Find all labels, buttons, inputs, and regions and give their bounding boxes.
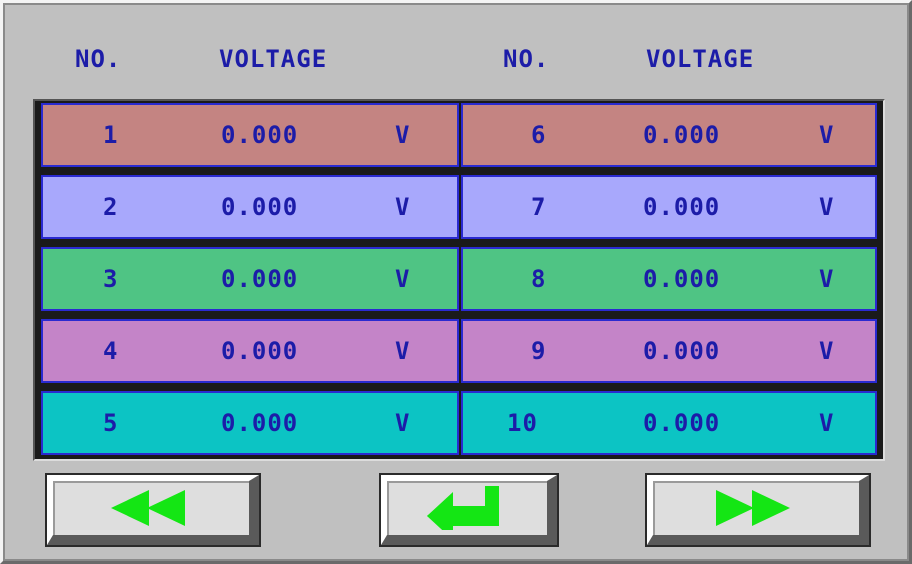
voltage-value: 0.000 [643,121,721,149]
voltage-unit: V [395,265,411,293]
return-arrow-icon [427,486,499,530]
voltage-unit: V [395,193,411,221]
channel-cell-8: 8 0.000 V [461,247,877,311]
channel-number: 5 [103,409,119,437]
voltage-unit: V [819,193,835,221]
voltage-unit: V [819,409,835,437]
channel-number: 10 [507,409,538,437]
channel-cell-7: 7 0.000 V [461,175,877,239]
previous-page-button[interactable] [45,473,261,547]
voltage-value: 0.000 [221,409,299,437]
channel-cell-2: 2 0.000 V [41,175,459,239]
channel-cell-6: 6 0.000 V [461,103,877,167]
channel-cell-4: 4 0.000 V [41,319,459,383]
voltage-value: 0.000 [643,193,721,221]
voltage-value: 0.000 [643,265,721,293]
channel-number: 8 [531,265,547,293]
voltage-value: 0.000 [643,409,721,437]
voltage-unit: V [819,265,835,293]
voltage-unit: V [819,337,835,365]
voltage-unit: V [395,121,411,149]
voltage-unit: V [395,337,411,365]
voltage-value: 0.000 [643,337,721,365]
next-page-button[interactable] [645,473,871,547]
channel-cell-1: 1 0.000 V [41,103,459,167]
double-arrow-left-icon [111,490,185,526]
voltage-monitor-panel: NO. VOLTAGE NO. VOLTAGE 1 0.000 V 6 0.00… [0,0,912,564]
header-no-left: NO. [75,45,122,73]
voltage-value: 0.000 [221,193,299,221]
channel-number: 1 [103,121,119,149]
voltage-value: 0.000 [221,265,299,293]
channel-number: 4 [103,337,119,365]
channel-number: 7 [531,193,547,221]
voltage-value: 0.000 [221,121,299,149]
channel-number: 6 [531,121,547,149]
header-voltage-left: VOLTAGE [219,45,328,73]
voltage-table: 1 0.000 V 6 0.000 V 2 0.000 V 7 0.000 V [33,99,885,461]
voltage-unit: V [395,409,411,437]
column-divider [459,101,461,459]
channel-number: 3 [103,265,119,293]
channel-cell-9: 9 0.000 V [461,319,877,383]
channel-cell-5: 5 0.000 V [41,391,459,455]
enter-return-button[interactable] [379,473,559,547]
channel-number: 2 [103,193,119,221]
channel-number: 9 [531,337,547,365]
voltage-unit: V [819,121,835,149]
header-no-right: NO. [503,45,550,73]
channel-cell-10: 10 0.000 V [461,391,877,455]
channel-cell-3: 3 0.000 V [41,247,459,311]
header-voltage-right: VOLTAGE [646,45,755,73]
double-arrow-right-icon [716,490,790,526]
voltage-value: 0.000 [221,337,299,365]
